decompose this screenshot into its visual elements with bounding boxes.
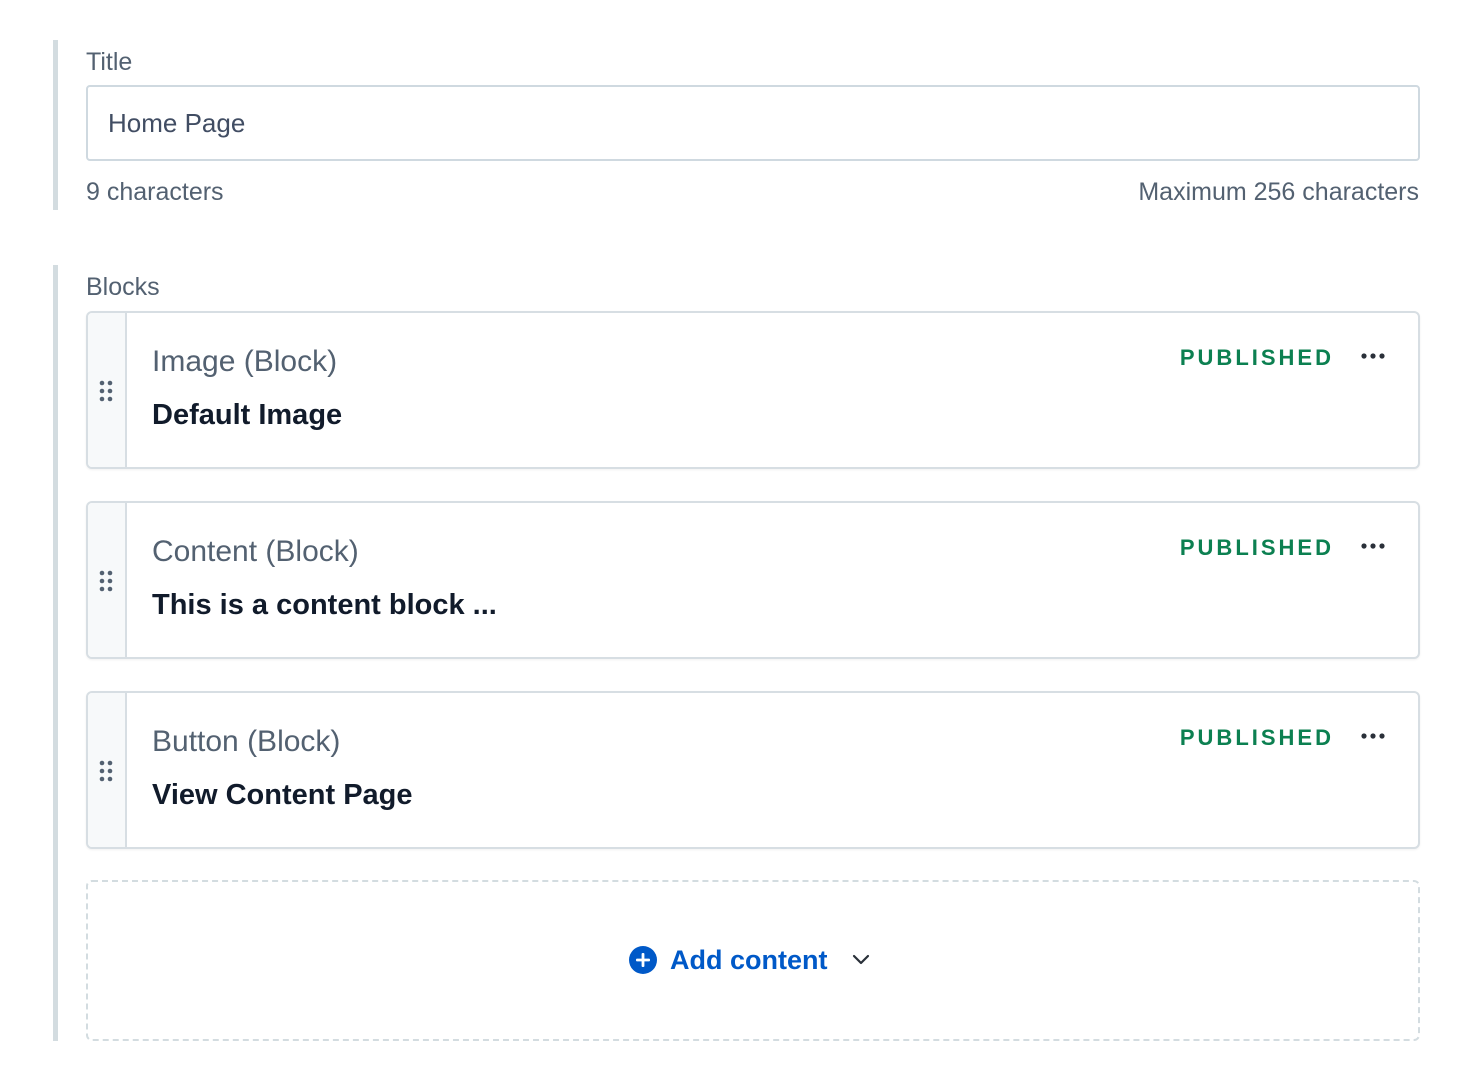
add-content-button[interactable]: Add content [628,940,871,980]
block-card-image[interactable]: Image (Block) Default Image PUBLISHED [86,311,1420,469]
title-field: Title 9 characters Maximum 256 character… [53,40,1420,210]
block-type-label: Button (Block) [152,725,341,758]
more-horizontal-icon [1361,733,1385,739]
character-limit: Maximum 256 characters [1138,178,1419,206]
block-card-button[interactable]: Button (Block) View Content Page PUBLISH… [86,691,1420,849]
blocks-field: Blocks Image (Block) Default Image PUBLI… [53,265,1420,1041]
blocks-field-label: Blocks [86,273,160,301]
character-count: 9 characters [86,178,224,206]
drag-handle-icon [99,380,113,402]
drag-handle-icon [99,570,113,592]
plus-circle-icon [629,946,657,974]
block-entry-title: View Content Page [152,779,413,811]
drag-handle-icon [99,760,113,782]
more-actions-button[interactable] [1358,343,1388,369]
status-badge: PUBLISHED [1179,345,1334,370]
block-card-content[interactable]: Content (Block) This is a content block … [86,501,1420,659]
status-badge: PUBLISHED [1179,535,1334,560]
add-content-label: Add content [670,944,828,975]
block-entry-title: This is a content block ... [152,589,497,621]
block-type-label: Content (Block) [152,535,359,568]
more-actions-button[interactable] [1358,723,1388,749]
more-horizontal-icon [1361,543,1385,549]
block-type-label: Image (Block) [152,345,338,378]
title-field-label: Title [86,48,133,76]
title-input[interactable] [86,85,1420,161]
add-content-dropzone: Add content [86,880,1420,1041]
more-horizontal-icon [1361,353,1385,359]
status-badge: PUBLISHED [1179,725,1334,750]
more-actions-button[interactable] [1358,533,1388,559]
drag-handle[interactable] [88,503,127,657]
chevron-down-icon [853,954,870,965]
drag-handle[interactable] [88,693,127,847]
block-entry-title: Default Image [152,399,343,431]
drag-handle[interactable] [88,313,127,467]
